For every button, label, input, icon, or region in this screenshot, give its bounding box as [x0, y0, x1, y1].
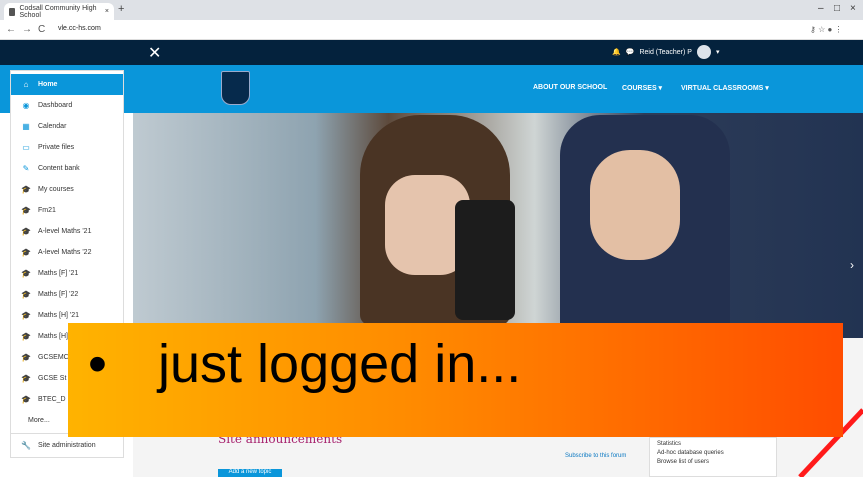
sidebar-item-calendar[interactable]: ▦ Calendar	[11, 116, 123, 137]
graduation-cap-icon: 🎓	[21, 227, 31, 236]
url-field[interactable]: vle.cc-hs.com	[58, 25, 101, 32]
user-menu[interactable]: 🔔 💬 Reid (Teacher) P ▾	[612, 45, 719, 59]
hero-student-boy-face	[590, 150, 680, 260]
sidebar-item-private-files[interactable]: ▭ Private files	[11, 137, 123, 158]
school-logo[interactable]	[221, 71, 250, 105]
sidebar-item-my-courses[interactable]: 🎓 My courses	[11, 179, 123, 200]
tab-title: Codsall Community High School	[19, 4, 97, 19]
sidebar-item-label: Home	[38, 81, 58, 88]
nav-courses[interactable]: COURSES ▾	[622, 84, 662, 92]
school-favicon-icon	[9, 7, 16, 16]
wrench-icon: 🔧	[21, 441, 31, 450]
sidebar-item-home[interactable]: ⌂ Home	[11, 74, 123, 95]
sidebar-item-label: Maths [F] '21	[38, 270, 79, 277]
sidebar-item-label: More...	[28, 417, 50, 424]
maximize-button[interactable]: □	[834, 3, 840, 14]
sidebar-item-label: Maths [H] '21	[38, 312, 80, 319]
sidebar-item-course[interactable]: 🎓 Maths [F] '21	[11, 263, 123, 284]
home-icon: ⌂	[23, 80, 29, 89]
address-bar-row	[0, 20, 863, 40]
graduation-cap-icon: 🎓	[21, 311, 31, 320]
graduation-cap-icon: 🎓	[21, 374, 31, 383]
top-navbar	[0, 40, 863, 65]
pencil-icon: ✎	[22, 164, 30, 173]
sidebar-item-label: BTEC_D	[38, 396, 66, 403]
sidebar-item-label: GCSEMC	[38, 354, 69, 361]
report-statistics-link[interactable]: Statistics	[657, 441, 681, 447]
browser-toolbar-icons[interactable]: ⚷ ☆ ● ⋮	[810, 25, 843, 34]
browser-tab-bar	[0, 0, 863, 20]
close-drawer-icon[interactable]: ✕	[148, 43, 161, 63]
sidebar-item-label: Calendar	[38, 123, 67, 130]
add-topic-button[interactable]: Add a new topic	[218, 469, 282, 477]
sidebar-item-label: A-level Maths '22	[38, 249, 92, 256]
avatar[interactable]	[696, 45, 711, 59]
sidebar-item-label: Content bank	[38, 165, 80, 172]
graduation-cap-icon: 🎓	[21, 353, 31, 362]
subscribe-forum-link[interactable]: Subscribe to this forum	[565, 453, 626, 459]
graduation-cap-icon: 🎓	[21, 395, 31, 404]
window-close-button[interactable]: ×	[850, 3, 856, 14]
browser-tab[interactable]: Codsall Community High School ×	[4, 3, 114, 20]
sidebar-item-label: A-level Maths '21	[38, 228, 92, 235]
sidebar-item-site-administration[interactable]: 🔧 Site administration	[11, 435, 123, 456]
graduation-cap-icon: 🎓	[21, 248, 31, 257]
sidebar-item-label: Maths [H]	[38, 333, 68, 340]
nav-about-our-school[interactable]: ABOUT OUR SCHOOL	[533, 84, 607, 91]
caption-text: just logged in...	[158, 334, 522, 394]
caption-bullet: •	[88, 334, 107, 394]
nav-virtual-classrooms[interactable]: VIRTUAL CLASSROOMS ▾	[681, 84, 769, 92]
tab-close-icon[interactable]: ×	[105, 8, 109, 15]
report-browse-users-link[interactable]: Browse list of users	[657, 459, 709, 465]
sidebar-item-label: Private files	[38, 144, 75, 151]
sidebar-item-label: Dashboard	[38, 102, 73, 109]
sidebar-item-label: GCSE St	[38, 375, 67, 382]
graduation-cap-icon: 🎓	[21, 290, 31, 299]
graduation-cap-icon: 🎓	[21, 206, 31, 215]
sidebar-item-content-bank[interactable]: ✎ Content bank	[11, 158, 123, 179]
minimize-button[interactable]: –	[818, 3, 824, 14]
sidebar-item-course[interactable]: 🎓 A-level Maths '22	[11, 242, 123, 263]
calendar-icon: ▦	[22, 122, 30, 131]
hero-microscope	[455, 200, 515, 320]
carousel-next-icon[interactable]: ›	[850, 258, 854, 272]
notification-bell-icon[interactable]: 🔔	[612, 48, 621, 56]
back-button[interactable]: ←	[6, 24, 16, 35]
sidebar-item-label: Fm21	[38, 207, 56, 214]
messages-icon[interactable]: 💬	[626, 48, 635, 56]
sidebar-item-dashboard[interactable]: ◉ Dashboard	[11, 95, 123, 116]
report-adhoc-queries-link[interactable]: Ad-hoc database queries	[657, 450, 724, 456]
sidebar-item-label: Maths [F] '22	[38, 291, 79, 298]
file-icon: ▭	[22, 143, 30, 152]
sidebar-item-course[interactable]: 🎓 Fm21	[11, 200, 123, 221]
sidebar-item-course[interactable]: 🎓 Maths [F] '22	[11, 284, 123, 305]
graduation-cap-icon: 🎓	[21, 269, 31, 278]
user-name: Reid (Teacher) P	[639, 48, 692, 56]
graduation-cap-icon: 🎓	[21, 332, 31, 341]
new-tab-button[interactable]: +	[118, 3, 124, 15]
graduation-cap-icon: 🎓	[21, 185, 31, 194]
sidebar-item-course[interactable]: 🎓 A-level Maths '21	[11, 221, 123, 242]
forward-button[interactable]: →	[22, 24, 32, 35]
dashboard-icon: ◉	[22, 101, 30, 110]
user-caret-icon[interactable]: ▾	[716, 48, 720, 56]
sidebar-item-label: My courses	[38, 186, 74, 193]
reload-button[interactable]: C	[38, 24, 45, 35]
sidebar-item-label: Site administration	[38, 442, 96, 449]
